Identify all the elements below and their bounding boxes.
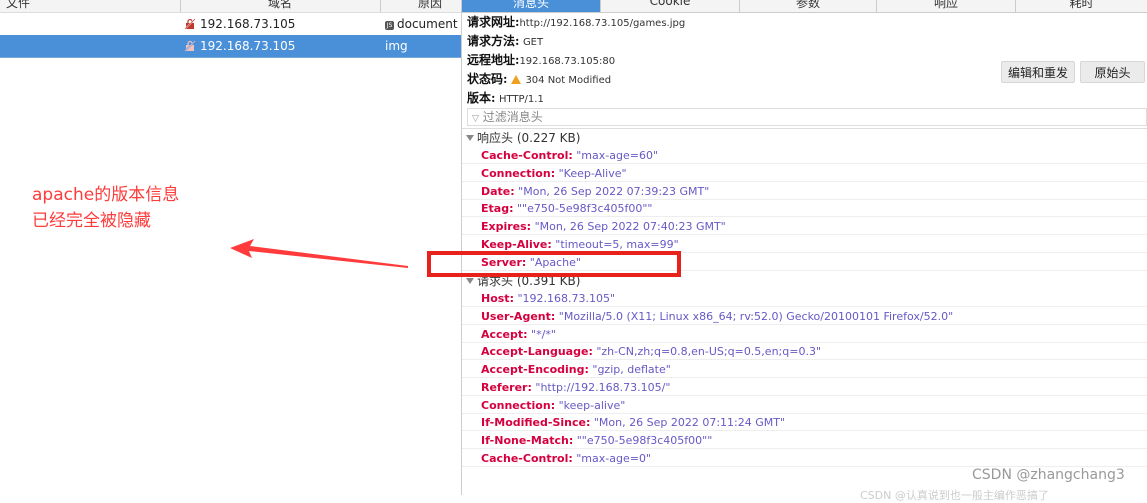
edit-resend-button[interactable]: 编辑和重发	[1001, 61, 1075, 83]
response-headers-section[interactable]: 响应头 (0.227 KB)	[466, 129, 580, 146]
request-cause: img	[385, 39, 408, 53]
request-row-selected[interactable]: 192.168.73.105 img	[0, 35, 461, 57]
header-row: Accept: "*/*"	[462, 326, 1147, 343]
raw-headers-button[interactable]: 原始头	[1080, 61, 1145, 83]
header-row: Host: "192.168.73.105"	[462, 290, 1147, 307]
column-file[interactable]: 文件	[6, 0, 30, 11]
remote-address: 远程地址:192.168.73.105:80	[467, 53, 616, 67]
request-list-header: 文件 域名 原因	[0, 0, 461, 13]
header-row: If-Modified-Since: "Mon, 26 Sep 2022 07:…	[462, 414, 1147, 431]
watermark: CSDN @zhangchang3	[972, 467, 1125, 483]
collapse-triangle-icon	[466, 135, 474, 141]
header-row: If-None-Match: ""e750-5e98f3c405f00""	[462, 432, 1147, 449]
header-row: Accept-Encoding: "gzip, deflate"	[462, 361, 1147, 378]
annotation-text: apache的版本信息 已经完全被隐藏	[32, 182, 179, 234]
tab-response[interactable]: 响应	[877, 0, 1016, 12]
tab-headers[interactable]: 消息头	[462, 0, 601, 12]
js-badge-icon: JS	[385, 21, 394, 30]
filter-icon: ▽	[472, 114, 479, 124]
column-domain[interactable]: 域名	[268, 0, 292, 11]
highlight-box	[427, 251, 681, 277]
header-row: Date: "Mon, 26 Sep 2022 07:39:23 GMT"	[462, 183, 1147, 200]
warning-icon	[511, 75, 522, 84]
tab-cookie[interactable]: Cookie	[601, 0, 740, 12]
header-row: Referer: "http://192.168.73.105/"	[462, 379, 1147, 396]
header-row: Cache-Control: "max-age=0"	[462, 450, 1147, 467]
annotation-line-1: apache的版本信息	[32, 185, 180, 205]
header-row: Accept-Language: "zh-CN,zh;q=0.8,en-US;q…	[462, 343, 1147, 360]
column-cause[interactable]: 原因	[418, 0, 442, 11]
header-row: Connection: "Keep-Alive"	[462, 165, 1147, 182]
insecure-lock-icon	[184, 40, 196, 52]
header-row: User-Agent: "Mozilla/5.0 (X11; Linux x86…	[462, 308, 1147, 325]
status-code: 状态码: 304 Not Modified	[467, 72, 612, 86]
request-domain: 192.168.73.105	[200, 39, 296, 53]
request-url: 请求网址:http://192.168.73.105/games.jpg	[467, 15, 686, 29]
tab-timings[interactable]: 耗时	[1016, 0, 1147, 12]
http-version: 版本: HTTP/1.1	[467, 91, 544, 105]
annotation-arrow	[230, 239, 408, 268]
filter-headers-input[interactable]: ▽ 过滤消息头	[467, 108, 1147, 126]
header-row: Etag: ""e750-5e98f3c405f00""	[462, 200, 1147, 217]
tab-params[interactable]: 参数	[740, 0, 877, 12]
request-method: 请求方法: GET	[467, 34, 544, 48]
request-row[interactable]: 192.168.73.105 JS document	[0, 13, 461, 35]
watermark-partial: CSDN @认真说到也一般主编作恶搞了	[860, 489, 1049, 502]
details-tabs: 消息头 Cookie 参数 响应 耗时	[462, 0, 1147, 13]
request-domain: 192.168.73.105	[200, 17, 296, 31]
details-panel: 消息头 Cookie 参数 响应 耗时 请求网址:http://192.168.…	[461, 0, 1147, 495]
header-row: Expires: "Mon, 26 Sep 2022 07:40:23 GMT"	[462, 218, 1147, 235]
insecure-lock-icon	[184, 18, 196, 30]
collapse-triangle-icon	[466, 278, 474, 284]
annotation-line-2: 已经完全被隐藏	[32, 211, 151, 231]
header-row: Connection: "keep-alive"	[462, 397, 1147, 414]
header-row: Cache-Control: "max-age=60"	[462, 147, 1147, 164]
request-cause: JS document	[385, 17, 458, 31]
